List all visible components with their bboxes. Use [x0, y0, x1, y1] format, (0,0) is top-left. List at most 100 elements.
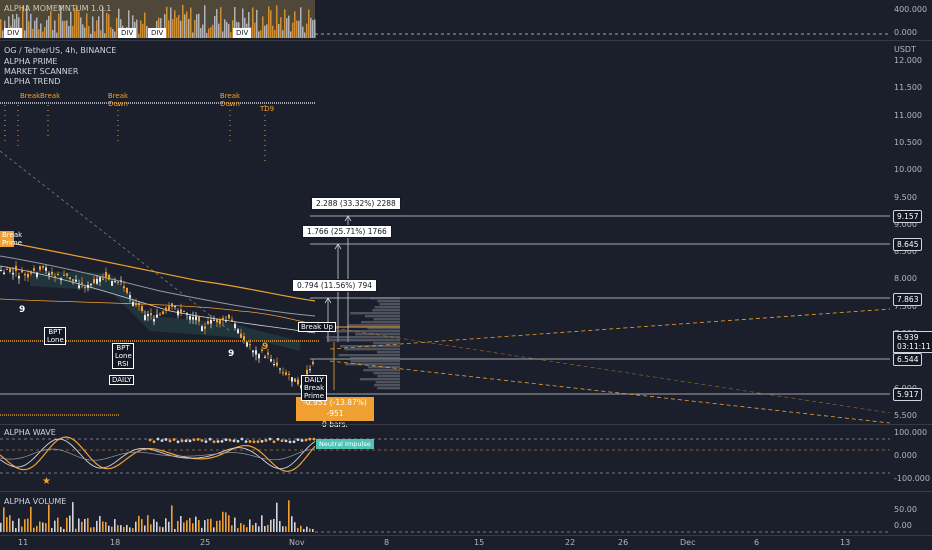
time-label: 8 — [384, 538, 390, 547]
volume-bar — [165, 518, 167, 532]
wave-dot — [148, 438, 152, 442]
volume-profile-bar — [360, 321, 400, 324]
momentum-bar — [104, 33, 106, 38]
price-axis[interactable]: USDT 12.000 11.500 11.000 10.500 10.000 9.500… — [890, 41, 932, 424]
volume-profile-bar — [377, 375, 400, 378]
candle-body — [168, 306, 170, 311]
volume-profile-bar — [350, 312, 400, 315]
momentum-bar — [40, 23, 42, 38]
volume-bar — [90, 527, 92, 532]
volume-profile-bar — [350, 357, 400, 360]
candle-body — [171, 303, 173, 307]
candle-body — [75, 279, 77, 282]
target-3-label[interactable]: 2.288 (33.32%) 2288 — [311, 197, 401, 210]
time-axis[interactable]: 11 18 25 Nov 8 15 22 26 Dec 6 13 — [0, 535, 932, 550]
volume-bar — [156, 521, 158, 532]
neutral-impulse-tag: Neutral Impulse — [316, 439, 374, 449]
wave-dot — [164, 438, 168, 441]
momentum-bar — [230, 32, 232, 38]
volume-bar — [36, 525, 38, 532]
volume-bar — [60, 526, 62, 532]
candle-body — [159, 314, 161, 316]
momentum-bar — [178, 14, 180, 38]
wave-dot — [296, 438, 300, 442]
momentum-bar — [276, 5, 278, 38]
candle-body — [117, 281, 119, 283]
momentum-bar — [34, 20, 36, 38]
volume-bar — [180, 516, 182, 532]
indicator-alpha-trend[interactable]: ALPHA TREND — [4, 77, 60, 86]
indicator-market-scanner[interactable]: MARKET SCANNER — [4, 67, 78, 76]
momentum-bar — [254, 22, 256, 38]
candle-body — [57, 274, 59, 276]
volume-bar — [93, 527, 95, 532]
volume-bar — [27, 518, 29, 532]
volume-bar — [192, 523, 194, 532]
momentum-bar — [296, 20, 298, 38]
momentum-bar — [306, 23, 308, 38]
volume-bar — [300, 525, 302, 532]
candle-body — [186, 313, 188, 315]
momentum-bar — [86, 13, 88, 39]
wave-title[interactable]: ALPHA WAVE — [4, 428, 56, 437]
candle-body — [180, 309, 182, 313]
volume-bar — [87, 518, 89, 532]
indicator-alpha-prime[interactable]: ALPHA PRIME — [4, 57, 57, 66]
momentum-bar — [194, 19, 196, 38]
momentum-bar — [0, 19, 2, 38]
momentum-bar — [216, 9, 218, 38]
candle-body — [69, 277, 71, 280]
momentum-bar — [200, 27, 202, 38]
momentum-bar — [168, 20, 170, 38]
candle-body — [198, 316, 200, 322]
target-2-label[interactable]: 1.766 (25.71%) 1766 — [302, 225, 392, 238]
wave-dot — [220, 439, 224, 443]
volume-bar — [3, 507, 5, 532]
price-pane[interactable]: OG / TetherUS, 4h, BINANCE ALPHA PRIME M… — [0, 41, 891, 429]
candle-body — [66, 273, 68, 276]
volume-bar — [126, 525, 128, 532]
price-axis-label: 10.500 — [894, 137, 922, 147]
momentum-axis[interactable]: 400.000 0.000 — [890, 0, 932, 40]
momentum-bar — [182, 4, 184, 39]
momentum-bar — [174, 10, 176, 38]
momentum-bar — [110, 27, 112, 38]
volume-title[interactable]: ALPHA VOLUME — [4, 497, 66, 506]
wave-dot — [304, 438, 308, 442]
wave-dot — [176, 440, 180, 444]
candle-body — [24, 273, 26, 276]
volume-bar — [252, 525, 254, 532]
wave-pane[interactable]: ★ ALPHA WAVE Neutral Impulse — [0, 425, 890, 491]
momentum-bar — [256, 9, 258, 39]
momentum-bar — [284, 9, 286, 38]
candle-body — [165, 307, 167, 311]
momentum-bar — [186, 11, 188, 38]
wave-dot — [260, 439, 264, 443]
td9-label: TD9 — [260, 105, 275, 113]
target-1-label[interactable]: 0.794 (11.56%) 794 — [292, 279, 378, 292]
time-label: 11 — [18, 538, 29, 547]
volume-profile-bar — [370, 297, 400, 300]
wave-dot — [308, 437, 312, 441]
candle-body — [111, 280, 113, 286]
momentum-bar — [80, 17, 82, 38]
candle-body — [102, 278, 104, 280]
wave-dot — [200, 439, 204, 442]
momentum-pane[interactable]: ALPHA MOMEMNTUM 1.0.1 DIV DIV DIV DIV — [0, 0, 890, 40]
volume-bar — [291, 516, 293, 532]
candle-body — [60, 278, 62, 281]
momentum-bar — [82, 24, 84, 38]
current-price: 6.939 — [897, 333, 919, 342]
momentum-bar — [188, 18, 190, 38]
momentum-bar — [262, 16, 264, 38]
volume-bar — [39, 521, 41, 532]
time-label: 25 — [200, 538, 211, 547]
candle-body — [276, 362, 278, 366]
candle-body — [222, 317, 224, 320]
volume-axis[interactable]: 50.00 0.00 — [890, 492, 932, 535]
candle-body — [216, 318, 218, 323]
candle-body — [87, 284, 89, 288]
wave-axis[interactable]: 100.000 0.000 -100.000 — [890, 425, 932, 491]
time-label: Dec — [680, 538, 696, 547]
volume-pane[interactable]: ALPHA VOLUME — [0, 492, 890, 535]
